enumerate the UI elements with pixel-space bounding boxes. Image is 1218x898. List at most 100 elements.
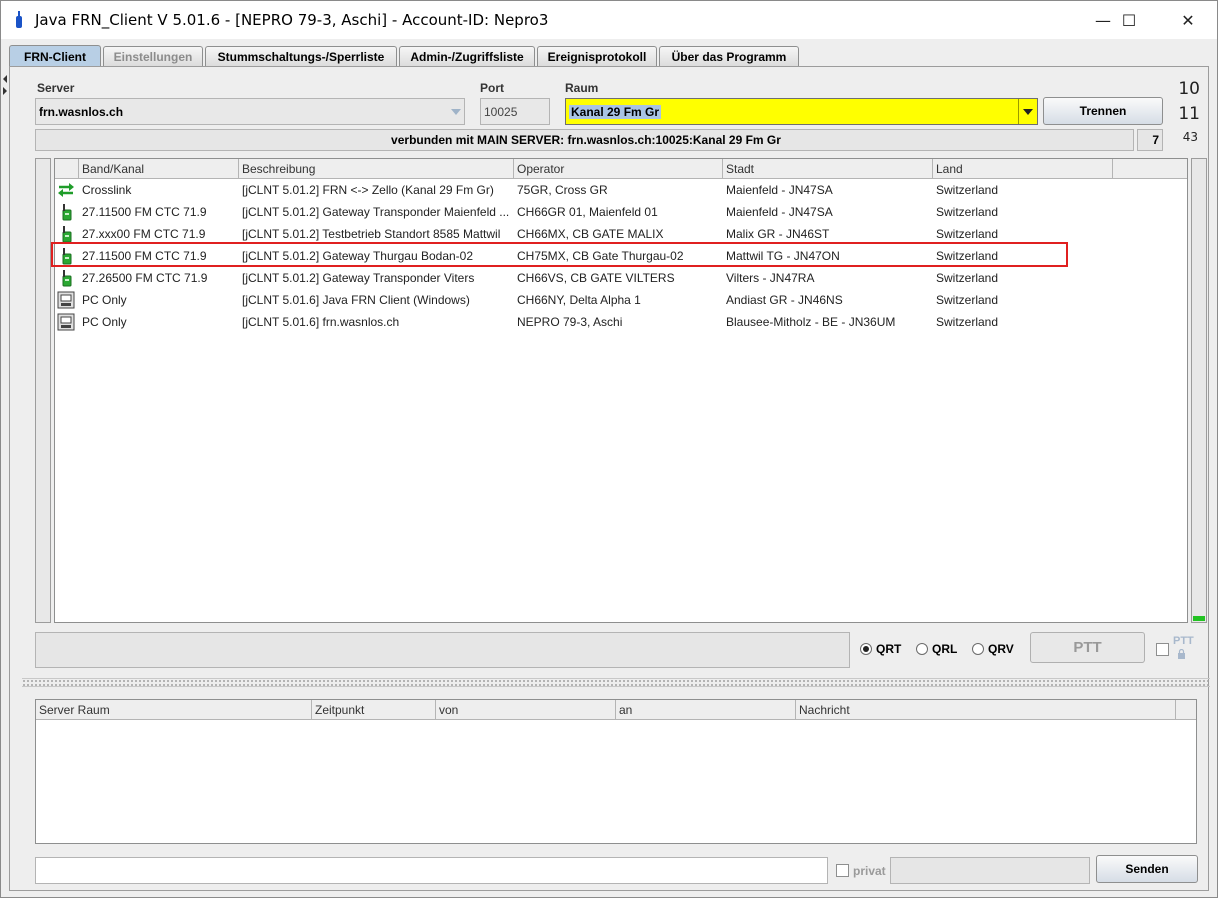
counter-mid: 11 bbox=[1178, 104, 1200, 124]
room-combo[interactable]: Kanal 29 Fm Gr bbox=[565, 98, 1038, 125]
client-row[interactable]: Crosslink [jCLNT 5.01.2] FRN <-> Zello (K… bbox=[55, 179, 1187, 201]
cell-operator: CH66MX, CB GATE MALIX bbox=[517, 227, 664, 241]
qrv-radio[interactable]: QRV bbox=[972, 642, 1014, 656]
cell-stadt: Maienfeld - JN47SA bbox=[726, 183, 833, 197]
radio-icon bbox=[57, 203, 75, 221]
qrv-radio-dot bbox=[972, 643, 984, 655]
cell-operator: NEPRO 79-3, Aschi bbox=[517, 315, 623, 329]
qrt-radio-dot bbox=[860, 643, 872, 655]
cell-band: PC Only bbox=[82, 293, 127, 307]
port-label: Port bbox=[480, 81, 504, 95]
cell-land: Switzerland bbox=[936, 227, 999, 241]
cell-stadt: Blausee-Mitholz - BE - JN36UM bbox=[726, 315, 896, 329]
tab-ereignisprotokoll[interactable]: Ereignisprotokoll bbox=[537, 46, 657, 66]
tab-stummschaltung[interactable]: Stummschaltungs-/Sperrliste bbox=[205, 46, 397, 66]
left-level-meter bbox=[35, 158, 51, 623]
cell-beschreibung: [jCLNT 5.01.2] FRN <-> Zello (Kanal 29 F… bbox=[242, 183, 494, 197]
split-pane-divider[interactable] bbox=[22, 678, 1210, 687]
disconnect-button[interactable]: Trennen bbox=[1043, 97, 1163, 125]
cell-beschreibung: [jCLNT 5.01.2] Gateway Transponder Maien… bbox=[242, 205, 510, 219]
client-row[interactable]: 27.26500 FM CTC 71.9 [jCLNT 5.01.2] Gatew… bbox=[55, 267, 1187, 289]
cell-stadt: Vilters - JN47RA bbox=[726, 271, 815, 285]
ptt-lock-label: PTT bbox=[1173, 635, 1194, 647]
crosslink-icon bbox=[57, 181, 75, 199]
server-dropdown-icon[interactable] bbox=[447, 99, 464, 124]
cell-land: Switzerland bbox=[936, 293, 999, 307]
tab-einstellungen[interactable]: Einstellungen bbox=[103, 46, 203, 66]
message-display bbox=[35, 632, 850, 668]
maximize-button[interactable]: ☐ bbox=[1106, 1, 1152, 39]
privat-label: privat bbox=[853, 864, 886, 878]
privat-checkbox[interactable] bbox=[836, 864, 849, 877]
room-label: Raum bbox=[565, 81, 599, 95]
close-button[interactable]: ✕ bbox=[1165, 1, 1211, 39]
cell-land: Switzerland bbox=[936, 271, 999, 285]
tab-admin-zugriff[interactable]: Admin-/Zugriffsliste bbox=[399, 46, 535, 66]
level-indicator bbox=[1193, 616, 1205, 621]
room-dropdown-icon[interactable] bbox=[1018, 99, 1037, 124]
cell-band: 27.11500 FM CTC 71.9 bbox=[82, 205, 207, 219]
messages-table-header: Server Raum Zeitpunkt von an Nachricht bbox=[36, 700, 1196, 720]
ptt-lock-checkbox[interactable] bbox=[1156, 643, 1169, 656]
cell-operator: CH75MX, CB Gate Thurgau-02 bbox=[517, 249, 684, 263]
app-window: Java FRN_Client V 5.01.6 - [NEPRO 79-3, … bbox=[0, 0, 1218, 898]
messages-table: Server Raum Zeitpunkt von an Nachricht bbox=[35, 699, 1197, 844]
cell-stadt: Malix GR - JN46ST bbox=[726, 227, 830, 241]
client-row[interactable]: PC Only [jCLNT 5.01.6] frn.wasnlos.ch NEPR… bbox=[55, 311, 1187, 333]
header-nachricht[interactable]: Nachricht bbox=[796, 700, 1176, 720]
collapse-arrows-icon[interactable] bbox=[2, 73, 8, 103]
counter-small: 43 bbox=[1182, 130, 1198, 144]
client-table: Band/Kanal Beschreibung Operator Stadt L… bbox=[54, 158, 1188, 623]
header-operator[interactable]: Operator bbox=[514, 159, 723, 179]
window-title: Java FRN_Client V 5.01.6 - [NEPRO 79-3, … bbox=[35, 11, 549, 29]
counter-top: 10 bbox=[1178, 79, 1200, 99]
client-row[interactable]: 27.11500 FM CTC 71.9 [jCLNT 5.01.2] Gatew… bbox=[55, 245, 1187, 267]
qrt-radio[interactable]: QRT bbox=[860, 642, 901, 656]
cell-stadt: Mattwil TG - JN47ON bbox=[726, 249, 840, 263]
client-row[interactable]: PC Only [jCLNT 5.01.6] Java FRN Client (W… bbox=[55, 289, 1187, 311]
header-beschreibung[interactable]: Beschreibung bbox=[239, 159, 514, 179]
cell-land: Switzerland bbox=[936, 183, 999, 197]
port-field[interactable]: 10025 bbox=[480, 98, 550, 125]
cell-band: PC Only bbox=[82, 315, 127, 329]
cell-stadt: Andiast GR - JN46NS bbox=[726, 293, 843, 307]
cell-band: Crosslink bbox=[82, 183, 132, 197]
cell-operator: CH66VS, CB GATE VILTERS bbox=[517, 271, 675, 285]
server-combo[interactable]: frn.wasnlos.ch bbox=[35, 98, 465, 125]
qrt-label: QRT bbox=[876, 642, 902, 656]
cell-band: 27.xxx00 FM CTC 71.9 bbox=[82, 227, 206, 241]
header-stadt[interactable]: Stadt bbox=[723, 159, 933, 179]
tab-ueber[interactable]: Über das Programm bbox=[659, 46, 799, 66]
header-icon-col bbox=[55, 159, 79, 179]
room-value: Kanal 29 Fm Gr bbox=[569, 104, 662, 119]
cell-land: Switzerland bbox=[936, 205, 999, 219]
chat-input[interactable] bbox=[35, 857, 828, 884]
client-row[interactable]: 27.xxx00 FM CTC 71.9 [jCLNT 5.01.2] Testb… bbox=[55, 223, 1187, 245]
pc-icon bbox=[57, 313, 75, 331]
server-label: Server bbox=[37, 81, 75, 95]
cell-beschreibung: [jCLNT 5.01.6] frn.wasnlos.ch bbox=[242, 315, 400, 329]
lock-icon bbox=[1178, 649, 1185, 659]
cell-operator: 75GR, Cross GR bbox=[517, 183, 608, 197]
radio-icon bbox=[57, 247, 75, 265]
header-von[interactable]: von bbox=[436, 700, 616, 720]
cell-beschreibung: [jCLNT 5.01.6] Java FRN Client (Windows) bbox=[242, 293, 470, 307]
header-an[interactable]: an bbox=[616, 700, 796, 720]
client-table-header: Band/Kanal Beschreibung Operator Stadt L… bbox=[55, 159, 1187, 179]
qrl-radio[interactable]: QRL bbox=[916, 642, 957, 656]
send-button[interactable]: Senden bbox=[1096, 855, 1198, 883]
header-band[interactable]: Band/Kanal bbox=[79, 159, 239, 179]
ptt-button[interactable]: PTT bbox=[1030, 632, 1145, 663]
cell-stadt: Maienfeld - JN47SA bbox=[726, 205, 833, 219]
qrv-label: QRV bbox=[988, 642, 1014, 656]
header-server-raum[interactable]: Server Raum bbox=[36, 700, 312, 720]
java-icon bbox=[16, 11, 22, 28]
header-zeitpunkt[interactable]: Zeitpunkt bbox=[312, 700, 436, 720]
cell-beschreibung: [jCLNT 5.01.2] Gateway Thurgau Bodan-02 bbox=[242, 249, 474, 263]
private-recipient-field[interactable] bbox=[890, 857, 1090, 884]
tab-frn-client[interactable]: FRN-Client bbox=[9, 45, 101, 67]
title-bar: Java FRN_Client V 5.01.6 - [NEPRO 79-3, … bbox=[1, 1, 1217, 39]
header-land[interactable]: Land bbox=[933, 159, 1113, 179]
server-value: frn.wasnlos.ch bbox=[39, 104, 124, 119]
client-row[interactable]: 27.11500 FM CTC 71.9 [jCLNT 5.01.2] Gatew… bbox=[55, 201, 1187, 223]
